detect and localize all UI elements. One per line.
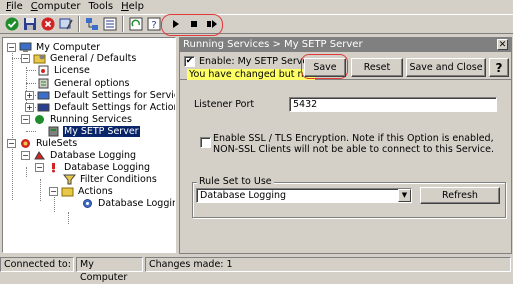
- unsaved-warning: You have changed but not: [187, 69, 316, 80]
- toolbar: ?: [0, 13, 513, 36]
- save-disk-icon[interactable]: [21, 16, 38, 33]
- chevron-down-icon[interactable]: ▼: [398, 189, 411, 202]
- reset-button[interactable]: Reset: [351, 58, 403, 77]
- server-icon: [47, 125, 60, 137]
- menu-bar: File Computer Tools Help: [0, 0, 513, 14]
- list-icon[interactable]: [101, 16, 118, 33]
- ssl-label: Enable SSL / TLS Encryption. Note if thi…: [213, 133, 494, 155]
- tree-item-default-services[interactable]: + Default Settings for Services: [25, 89, 175, 101]
- check-icon[interactable]: [3, 16, 20, 33]
- tree-item-database-logging[interactable]: − Database Logging: [21, 149, 137, 161]
- stop-red-icon[interactable]: [39, 16, 56, 33]
- tree-item-database-logging-action[interactable]: Database Logging: [81, 197, 175, 209]
- wizard-icon[interactable]: [57, 16, 74, 33]
- toolbar-separator: [122, 16, 124, 32]
- expand-icon[interactable]: +: [25, 102, 34, 112]
- status-bar: Connected to: My Computer Changes made: …: [0, 257, 513, 283]
- menu-file[interactable]: File: [2, 0, 27, 14]
- tree-item-actions[interactable]: − Actions: [49, 185, 114, 197]
- ruleset-select[interactable]: Database Logging ▼: [196, 188, 412, 203]
- refresh-icon[interactable]: [127, 16, 144, 33]
- tree-item-general-defaults[interactable]: − General / Defaults: [21, 52, 137, 64]
- tree-item-database-logging-rule[interactable]: − Database Logging: [35, 161, 151, 173]
- save-button[interactable]: Save: [304, 58, 346, 77]
- ruleset-group-title: Rule Set to Use: [197, 176, 274, 187]
- rulesets-icon: [19, 137, 32, 149]
- help-button[interactable]: ?: [489, 58, 509, 77]
- panel-caption: Running Services > My SETP Server ✕: [180, 38, 511, 52]
- collapse-icon[interactable]: −: [21, 150, 30, 160]
- options-icon: [37, 77, 50, 89]
- status-connected-label: Connected to:: [0, 257, 74, 272]
- enable-checkbox[interactable]: ✔ Enable: My SETP Server: [184, 56, 312, 67]
- rule-icon: [47, 161, 60, 173]
- listener-port-input[interactable]: 5432: [289, 97, 497, 112]
- checkbox-checked-icon[interactable]: ✔: [184, 56, 195, 67]
- collapse-icon[interactable]: −: [7, 42, 16, 52]
- collapse-icon[interactable]: −: [49, 186, 58, 196]
- tree-item-filter-conditions[interactable]: Filter Conditions: [63, 173, 158, 185]
- ssl-checkbox[interactable]: [200, 137, 211, 148]
- network-icon[interactable]: [83, 16, 100, 33]
- close-icon[interactable]: ✕: [497, 39, 508, 50]
- expand-icon[interactable]: +: [25, 90, 34, 100]
- svg-text:?: ?: [151, 20, 156, 31]
- help-icon[interactable]: ?: [145, 16, 162, 33]
- refresh-button[interactable]: Refresh: [420, 187, 500, 204]
- collapse-icon[interactable]: −: [21, 114, 30, 124]
- settings-folder-icon: [33, 52, 46, 64]
- tree-item-default-actions[interactable]: + Default Settings for Actions: [25, 101, 175, 113]
- tree-item-running-services[interactable]: − Running Services: [21, 113, 133, 125]
- navigation-tree[interactable]: − My Computer − General / Defaults Licen…: [2, 37, 176, 253]
- actions-folder-icon: [61, 185, 74, 197]
- toolbar-separator: [78, 16, 80, 32]
- command-row: ✔ Enable: My SETP Server You have change…: [180, 52, 511, 80]
- status-changes: Changes made: 1: [145, 257, 511, 272]
- menu-computer[interactable]: Computer: [27, 0, 85, 14]
- save-and-close-button[interactable]: Save and Close: [406, 58, 486, 77]
- tree-item-general-options[interactable]: General options: [37, 77, 130, 89]
- collapse-icon[interactable]: −: [7, 138, 16, 148]
- menu-tools[interactable]: Tools: [84, 0, 117, 14]
- license-icon: [37, 64, 50, 76]
- listener-port-label: Listener Port: [194, 99, 255, 110]
- ruleset-icon: [33, 149, 46, 161]
- services-icon: [37, 89, 50, 101]
- playback-controls: [161, 13, 223, 36]
- collapse-icon[interactable]: −: [21, 53, 30, 63]
- tree-item-my-setp-server[interactable]: My SETP Server: [47, 125, 140, 137]
- service-panel: Running Services > My SETP Server ✕ ✔ En…: [179, 37, 512, 254]
- database-action-icon: [81, 197, 94, 209]
- menu-help[interactable]: Help: [117, 0, 148, 14]
- actions-icon: [37, 101, 50, 113]
- tree-item-license[interactable]: License: [37, 64, 91, 76]
- collapse-icon[interactable]: −: [35, 162, 44, 172]
- annotation-ring: [161, 13, 223, 36]
- tree-item-rulesets[interactable]: − RuleSets: [7, 137, 78, 149]
- status-computer: My Computer: [76, 257, 143, 283]
- running-services-icon: [33, 113, 46, 125]
- filter-icon: [63, 173, 76, 185]
